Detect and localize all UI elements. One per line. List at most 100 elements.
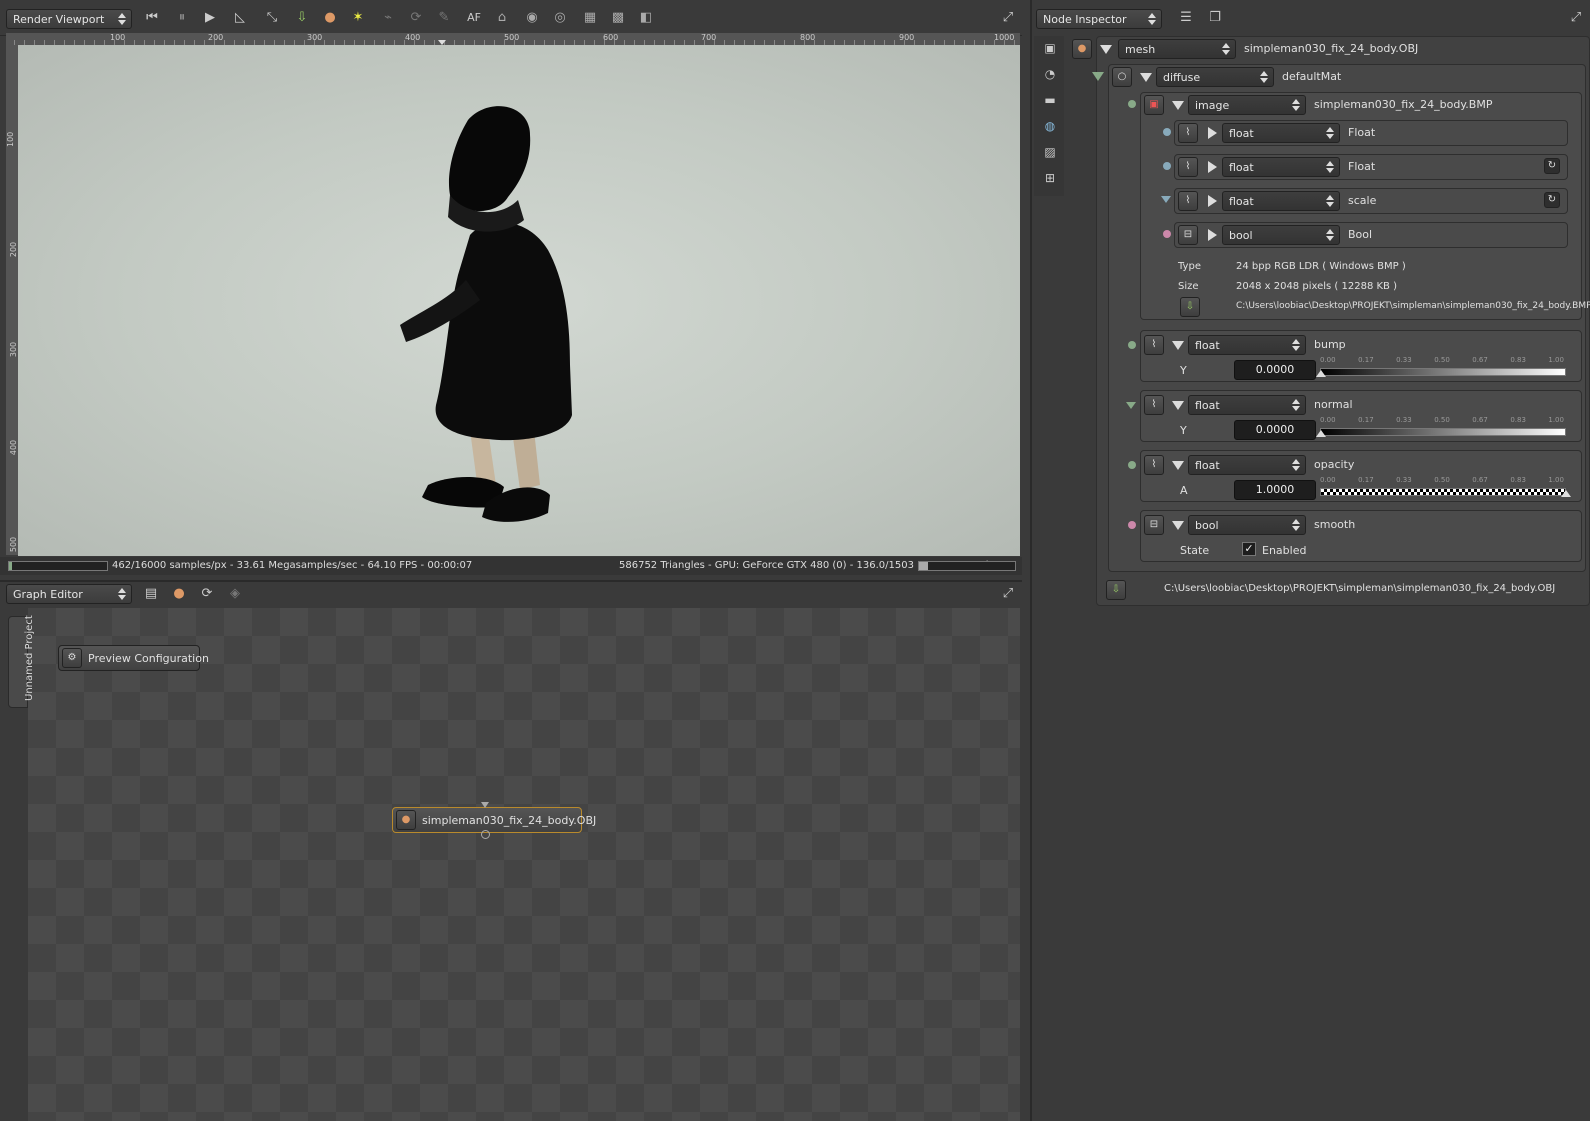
param-expand-toggle[interactable] bbox=[1208, 195, 1217, 207]
image-load-icon[interactable]: ⇩ bbox=[1180, 297, 1200, 317]
graph-editor-selector[interactable]: Graph Editor bbox=[6, 584, 132, 604]
normal-value-input[interactable]: 0.0000 bbox=[1234, 420, 1316, 440]
play-icon[interactable]: ▶ bbox=[200, 8, 220, 28]
vruler-tick: 300 bbox=[9, 341, 19, 358]
image-icon[interactable]: ▨ bbox=[1040, 142, 1060, 162]
diffuse-collapse-toggle[interactable] bbox=[1140, 73, 1152, 82]
param-type-select[interactable]: float bbox=[1222, 191, 1340, 211]
lock-icon[interactable]: ⌂ bbox=[492, 8, 512, 28]
grid-icon[interactable]: ▦ bbox=[580, 8, 600, 28]
param-reset-icon[interactable]: ↻ bbox=[1544, 158, 1560, 174]
inspector-windows-icon[interactable]: ❐ bbox=[1205, 8, 1225, 28]
opacity-name: opacity bbox=[1314, 458, 1355, 471]
smooth-pin[interactable] bbox=[1128, 521, 1136, 529]
opacity-slider-handle[interactable] bbox=[1561, 490, 1571, 497]
param-pin[interactable] bbox=[1163, 128, 1171, 136]
mesh-collapse-toggle[interactable] bbox=[1100, 45, 1112, 54]
preview-configuration-node[interactable]: ⚙ Preview Configuration bbox=[58, 645, 209, 671]
angle-icon[interactable]: ◺ bbox=[230, 8, 250, 28]
opacity-pin[interactable] bbox=[1128, 461, 1136, 469]
rotate-icon[interactable]: ⟳ bbox=[406, 8, 426, 28]
layout-icon[interactable]: ◧ bbox=[636, 8, 656, 28]
graph-canvas[interactable] bbox=[28, 608, 1020, 1121]
mesh-path: C:\Users\loobiac\Desktop\PROJEKT\simplem… bbox=[1164, 583, 1556, 594]
scale-tick: 0.67 bbox=[1472, 356, 1488, 364]
param-expand-toggle[interactable] bbox=[1208, 229, 1217, 241]
mesh-type-select[interactable]: mesh bbox=[1118, 39, 1236, 59]
inspector-list-icon[interactable]: ☰ bbox=[1176, 8, 1196, 28]
opacity-value-input[interactable]: 1.0000 bbox=[1234, 480, 1316, 500]
mesh-node-input-pin[interactable] bbox=[481, 802, 489, 808]
image-texture-icon: ▣ bbox=[1144, 95, 1164, 115]
diffuse-type-select[interactable]: diffuse bbox=[1156, 67, 1274, 87]
normal-slider-handle[interactable] bbox=[1316, 430, 1326, 437]
import-icon[interactable]: ⇩ bbox=[292, 8, 312, 28]
param-pin[interactable] bbox=[1161, 196, 1171, 203]
image-pin[interactable] bbox=[1128, 100, 1136, 108]
param-expand-toggle[interactable] bbox=[1208, 161, 1217, 173]
af-icon[interactable]: ⌁ bbox=[378, 8, 398, 28]
normal-axis-label: Y bbox=[1180, 424, 1187, 437]
camera-icon[interactable]: ◔ bbox=[1040, 64, 1060, 84]
normal-type-select[interactable]: float bbox=[1188, 395, 1306, 415]
maximize-graph-icon[interactable]: ⤢ bbox=[998, 584, 1018, 604]
mesh-load-icon[interactable]: ⇩ bbox=[1106, 580, 1126, 600]
bump-value-input[interactable]: 0.0000 bbox=[1234, 360, 1316, 380]
material-icon[interactable]: ● bbox=[320, 8, 340, 28]
bump-collapse-toggle[interactable] bbox=[1172, 341, 1184, 350]
normal-collapse-toggle[interactable] bbox=[1172, 401, 1184, 410]
sphere-alt-icon[interactable]: ◎ bbox=[550, 8, 570, 28]
param-reset-icon[interactable]: ↻ bbox=[1544, 192, 1560, 208]
diffuse-pin[interactable] bbox=[1092, 72, 1104, 81]
opacity-float-icon: ⌇ bbox=[1144, 455, 1164, 475]
inspector-selector[interactable]: Node Inspector bbox=[1036, 9, 1162, 29]
param-pin[interactable] bbox=[1163, 162, 1171, 170]
light-icon[interactable]: ✶ bbox=[348, 8, 368, 28]
database-icon[interactable]: ◍ bbox=[1040, 116, 1060, 136]
project-side-tab[interactable]: Unnamed Project bbox=[8, 615, 35, 708]
bump-pin[interactable] bbox=[1128, 341, 1136, 349]
scale-tick: 0.83 bbox=[1510, 416, 1526, 424]
normal-pin[interactable] bbox=[1126, 402, 1136, 409]
af-text-icon[interactable]: AF bbox=[464, 8, 484, 28]
smooth-collapse-toggle[interactable] bbox=[1172, 521, 1184, 530]
render-target-icon[interactable]: ▣ bbox=[1040, 38, 1060, 58]
mesh-node-output-pin[interactable] bbox=[481, 830, 490, 839]
scale-tick: 0.50 bbox=[1434, 416, 1450, 424]
graph-icon[interactable]: ⊞ bbox=[1040, 168, 1060, 188]
render-canvas[interactable] bbox=[18, 45, 1020, 556]
checker-icon[interactable]: ▩ bbox=[608, 8, 628, 28]
param-expand-toggle[interactable] bbox=[1208, 127, 1217, 139]
bump-slider-handle[interactable] bbox=[1316, 370, 1326, 377]
disabled-node-icon[interactable]: ◈ bbox=[225, 584, 245, 604]
opacity-checker-slider[interactable] bbox=[1320, 488, 1566, 496]
skip-start-icon[interactable]: ⏮ bbox=[142, 8, 162, 28]
maximize-inspector-icon[interactable]: ⤢ bbox=[1566, 8, 1586, 28]
bump-type-select[interactable]: float bbox=[1188, 335, 1306, 355]
sphere-icon[interactable]: ◉ bbox=[522, 8, 542, 28]
environment-icon[interactable]: ▬ bbox=[1040, 90, 1060, 110]
maximize-viewport-icon[interactable]: ⤢ bbox=[998, 8, 1018, 28]
zoom-icon[interactable]: ⤡ bbox=[262, 8, 282, 28]
mesh-node[interactable]: ● simpleman030_fix_24_body.OBJ bbox=[392, 807, 596, 833]
smooth-enabled-checkbox[interactable]: ✓ bbox=[1242, 542, 1256, 556]
image-type-select[interactable]: image bbox=[1188, 95, 1306, 115]
opacity-collapse-toggle[interactable] bbox=[1172, 461, 1184, 470]
normal-scale-ticks: 0.00 0.17 0.33 0.50 0.67 0.83 1.00 bbox=[1320, 416, 1564, 424]
normal-gradient-slider[interactable] bbox=[1320, 428, 1566, 436]
param-type-select[interactable]: bool bbox=[1222, 225, 1340, 245]
refresh-node-icon[interactable]: ⟳ bbox=[197, 584, 217, 604]
new-node-icon[interactable]: ▤ bbox=[141, 584, 161, 604]
image-collapse-toggle[interactable] bbox=[1172, 101, 1184, 110]
image-size-value: 2048 x 2048 pixels ( 12288 KB ) bbox=[1236, 281, 1397, 292]
material-node-icon[interactable]: ● bbox=[169, 584, 189, 604]
param-pin[interactable] bbox=[1163, 230, 1171, 238]
smooth-type-select[interactable]: bool bbox=[1188, 515, 1306, 535]
param-type-select[interactable]: float bbox=[1222, 157, 1340, 177]
param-type-select[interactable]: float bbox=[1222, 123, 1340, 143]
pause-icon[interactable]: ⏸ bbox=[172, 8, 192, 28]
bump-gradient-slider[interactable] bbox=[1320, 368, 1566, 376]
viewport-selector[interactable]: Render Viewport bbox=[6, 9, 132, 29]
pick-icon[interactable]: ✎ bbox=[434, 8, 454, 28]
opacity-type-select[interactable]: float bbox=[1188, 455, 1306, 475]
